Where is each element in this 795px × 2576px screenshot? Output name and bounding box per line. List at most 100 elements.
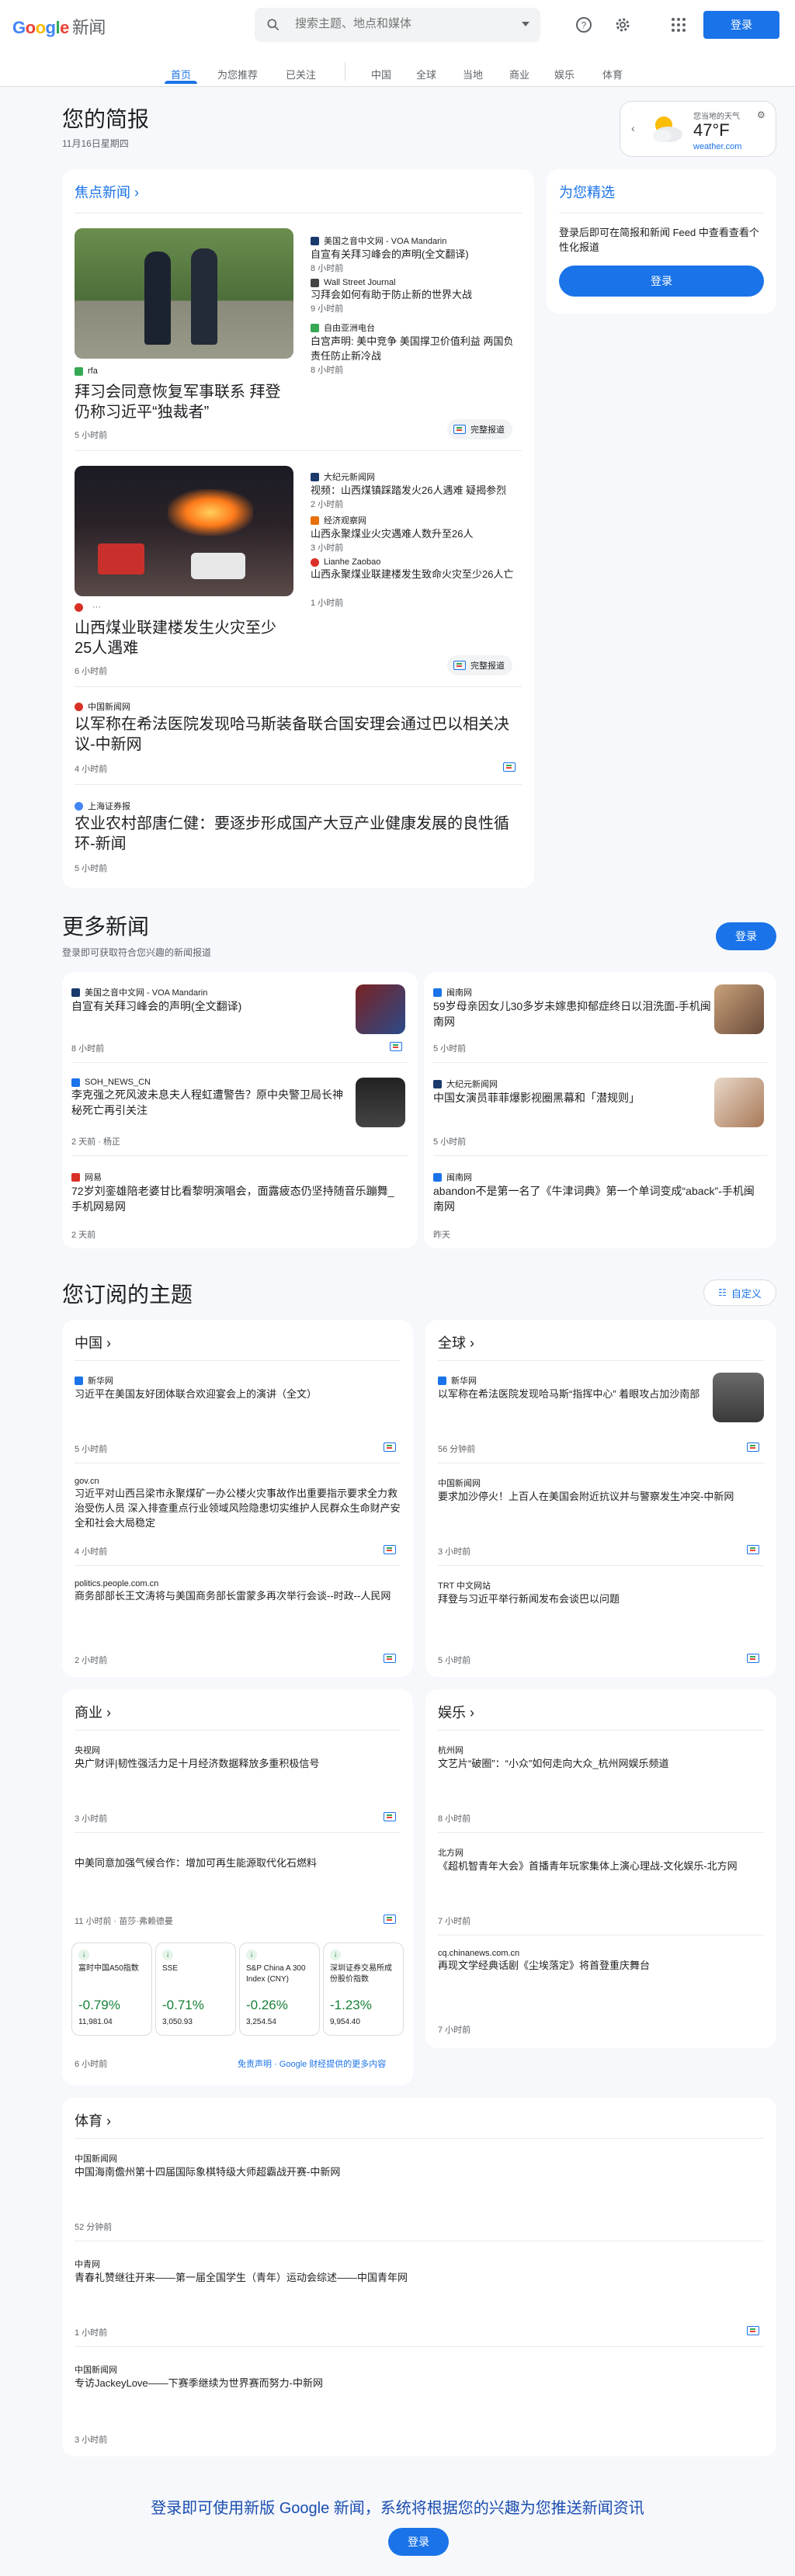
full-coverage-button[interactable]: 完整报道 <box>447 655 512 675</box>
topic-title[interactable]: 再现文学经典话剧《尘埃落定》将首登重庆舞台 <box>438 1958 764 1973</box>
related-item[interactable]: 经济观察网 山西永聚煤业火灾遇难人数升至26人 3 小时前 <box>311 514 522 557</box>
top-stories-heading[interactable]: 焦点新闻 › <box>75 182 139 202</box>
topic-item[interactable]: 新华网 习近平在美国友好团体联合欢迎宴会上的演讲（全文） <box>75 1374 401 1401</box>
related-title[interactable]: 山西永聚煤业火灾遇难人数升至26人 <box>311 526 522 541</box>
stock-card[interactable]: ↓ 深圳证券交易所成份股价指数 -1.23% 9,954.40 <box>323 1942 404 2036</box>
topic-item[interactable]: 中国新闻网 要求加沙停火！上百人在美国会附近抗议并与警察发生冲突-中新网 <box>438 1477 764 1504</box>
topic-item[interactable]: 杭州网 文艺片“破圈”：“小众”如何走向大众_杭州网娱乐频道 <box>438 1744 764 1771</box>
topic-heading[interactable]: 商业 › <box>75 1702 111 1722</box>
tab-local[interactable]: 当地 <box>463 67 483 82</box>
related-title[interactable]: 自宣有关拜习峰会的声明(全文翻译) <box>311 247 522 262</box>
stock-card[interactable]: ↓ SSE -0.71% 3,050.93 <box>155 1942 236 2036</box>
chevron-down-icon[interactable] <box>522 22 529 26</box>
full-coverage-icon[interactable] <box>747 2326 759 2335</box>
news-title[interactable]: 中国女演员菲菲爆影视圈黑幕和「潜规则」 <box>433 1090 713 1106</box>
google-news-logo[interactable]: Google 新闻 <box>12 14 106 39</box>
topic-title[interactable]: 青春礼赞继往开来——第一届全国学生（青年）运动会综述——中国青年网 <box>75 2270 742 2285</box>
topic-heading[interactable]: 体育 › <box>75 2110 111 2130</box>
full-coverage-icon[interactable] <box>747 1654 759 1663</box>
topic-item[interactable]: gov.cn 习近平对山西吕梁市永聚煤矿一办公楼火灾事故作出重要指示要求全力救治… <box>75 1477 401 1530</box>
topic-heading[interactable]: 中国 › <box>75 1332 111 1352</box>
topic-item[interactable]: TRT 中文网站 拜登与习近平举行新闻发布会谈巴以问题 <box>438 1579 764 1606</box>
topic-title[interactable]: 习近平对山西吕梁市永聚煤矿一办公楼火灾事故作出重要指示要求全力救治受伤人员 深入… <box>75 1486 401 1530</box>
story-title[interactable]: 农业农村部唐仁健：要逐步形成国产大豆产业健康发展的良性循环-新闻 <box>75 814 517 854</box>
tab-entertainment[interactable]: 娱乐 <box>554 67 575 82</box>
tab-china[interactable]: 中国 <box>371 67 391 82</box>
topic-title[interactable]: 央广财评|韧性强活力足十月经济数据释放多重积极信号 <box>75 1756 401 1771</box>
topic-title[interactable]: 以军称在希法医院发现哈马斯“指挥中心” 着眼攻占加沙南部 <box>438 1387 702 1401</box>
picks-signin-button[interactable]: 登录 <box>559 266 764 297</box>
news-item[interactable]: 美国之音中文网 - VOA Mandarin 自宣有关拜习峰会的声明(全文翻译) <box>71 986 351 1014</box>
tab-following[interactable]: 已关注 <box>286 67 316 82</box>
related-item[interactable]: Lianhe Zaobao 山西永聚煤业联建楼发生致命火灾至少26人亡 1 小时… <box>311 557 522 612</box>
weather-settings-icon[interactable]: ⚙ <box>757 109 765 120</box>
tab-home[interactable]: 首页 <box>171 67 191 82</box>
story-title[interactable]: 山西煤业联建楼发生火灾至少25人遇难 <box>75 618 293 658</box>
more-news-signin-button[interactable]: 登录 <box>716 922 776 950</box>
topic-title[interactable]: 商务部部长王文涛将与美国商务部长雷蒙多再次举行会谈--时政--人民网 <box>75 1588 401 1603</box>
help-icon[interactable]: ? <box>575 16 593 34</box>
search-box[interactable] <box>255 8 540 42</box>
news-thumbnail[interactable] <box>714 1078 764 1127</box>
google-finance-link[interactable]: · Google 财经提供的更多内容 <box>274 2060 386 2069</box>
topic-title[interactable]: 《超机智青年大会》首播青年玩家集体上演心理战-文化娱乐-北方网 <box>438 1859 764 1873</box>
news-title[interactable]: abandon不是第一名了《牛津词典》第一个单词变成“aback”-手机闽南网 <box>433 1183 759 1214</box>
news-item[interactable]: 网易 72岁刘銮雄陪老婆甘比看黎明演唱会，面露疲态仍坚持随音乐蹦舞_手机网易网 <box>71 1171 398 1214</box>
news-item[interactable]: 大纪元新闻网 中国女演员菲菲爆影视圈黑幕和「潜规则」 <box>433 1078 713 1106</box>
news-thumbnail[interactable] <box>714 984 764 1034</box>
full-coverage-icon[interactable] <box>747 1442 759 1452</box>
related-title[interactable]: 习拜会如何有助于防止新的世界大战 <box>311 287 522 302</box>
full-coverage-icon[interactable] <box>384 1545 396 1554</box>
topic-thumbnail[interactable] <box>713 1373 764 1422</box>
chevron-left-icon[interactable]: ‹ <box>631 122 635 134</box>
related-item[interactable]: Wall Street Journal 习拜会如何有助于防止新的世界大战 9 小… <box>311 278 522 321</box>
news-title[interactable]: 自宣有关拜习峰会的声明(全文翻译) <box>71 998 351 1014</box>
tab-for-you[interactable]: 为您推荐 <box>217 67 258 82</box>
topic-item[interactable]: politics.people.com.cn 商务部部长王文涛将与美国商务部长雷… <box>75 1579 401 1603</box>
topic-item[interactable]: 中国新闻网 中国海南儋州第十四届国际象棋特级大师超霸战开赛-中新网 <box>75 2152 742 2179</box>
full-coverage-icon[interactable] <box>384 1915 396 1924</box>
topic-title[interactable]: 专访JackeyLove——下赛季继续为世界赛而努力-中新网 <box>75 2376 742 2390</box>
search-input[interactable] <box>295 17 497 30</box>
news-thumbnail[interactable] <box>356 1078 405 1127</box>
footer-signin-button[interactable]: 登录 <box>388 2528 449 2556</box>
disclaimer-link[interactable]: 免责声明 <box>238 2060 272 2069</box>
apps-grid-icon[interactable] <box>669 16 688 34</box>
topic-title[interactable]: 中国海南儋州第十四届国际象棋特级大师超霸战开赛-中新网 <box>75 2165 742 2179</box>
topic-title[interactable]: 要求加沙停火！上百人在美国会附近抗议并与警察发生冲突-中新网 <box>438 1489 764 1504</box>
news-item[interactable]: SOH_NEWS_CN 李克强之死风波未息夫人程虹遭警告？原中央警卫局长神秘死亡… <box>71 1078 351 1118</box>
topic-item[interactable]: 中国新闻网 专访JackeyLove——下赛季继续为世界赛而努力-中新网 <box>75 2363 742 2390</box>
topic-title[interactable]: 拜登与习近平举行新闻发布会谈巴以问题 <box>438 1592 764 1606</box>
related-item[interactable]: 自由亚洲电台 白宫声明: 美中竞争 美国撑卫价值利益 两国负责任防止新冷战 8 … <box>311 321 522 376</box>
news-item[interactable]: 闽南网 abandon不是第一名了《牛津词典》第一个单词变成“aback”-手机… <box>433 1171 759 1214</box>
topic-heading[interactable]: 娱乐 › <box>438 1702 474 1722</box>
news-item[interactable]: 闽南网 59岁母亲因女儿30多岁未嫁患抑郁症终日以泪洗面-手机闽南网 <box>433 986 713 1029</box>
full-coverage-icon[interactable] <box>384 1654 396 1663</box>
topic-title[interactable]: 习近平在美国友好团体联合欢迎宴会上的演讲（全文） <box>75 1387 401 1401</box>
topic-title[interactable]: 文艺片“破圈”：“小众”如何走向大众_杭州网娱乐频道 <box>438 1756 764 1771</box>
story-title[interactable]: 以军称在希法医院发现哈马斯装备联合国安理会通过巴以相关决议-中新网 <box>75 714 517 755</box>
related-title[interactable]: 山西永聚煤业联建楼发生致命火灾至少26人亡 <box>311 567 522 596</box>
full-coverage-icon[interactable] <box>747 1545 759 1554</box>
weather-widget[interactable]: ‹ 您当地的天气 47°F weather.com ⚙ <box>620 101 776 157</box>
gear-icon[interactable] <box>613 16 632 34</box>
topic-item[interactable]: cq.chinanews.com.cn 再现文学经典话剧《尘埃落定》将首登重庆舞… <box>438 1949 764 1973</box>
related-title[interactable]: 白宫声明: 美中竞争 美国撑卫价值利益 两国负责任防止新冷战 <box>311 334 522 363</box>
tab-world[interactable]: 全球 <box>416 67 436 82</box>
news-thumbnail[interactable] <box>356 984 405 1034</box>
news-title[interactable]: 李克强之死风波未息夫人程虹遭警告？原中央警卫局长神秘死亡再引关注 <box>71 1087 351 1118</box>
related-item[interactable]: 大纪元新闻网 视频：山西煤镇踩踏发火26人遇难 疑揭参烈 2 小时前 <box>311 470 522 514</box>
topic-title[interactable]: 中美同意加强气候合作：增加可再生能源取代化石燃料 <box>75 1856 354 1870</box>
story-image-fire[interactable] <box>75 466 293 596</box>
weather-source-link[interactable]: weather.com <box>693 142 741 151</box>
news-title[interactable]: 59岁母亲因女儿30多岁未嫁患抑郁症终日以泪洗面-手机闽南网 <box>433 998 713 1029</box>
full-coverage-button[interactable]: 完整报道 <box>447 419 512 439</box>
full-coverage-icon[interactable] <box>384 1812 396 1821</box>
signin-button[interactable]: 登录 <box>703 11 779 39</box>
news-title[interactable]: 72岁刘銮雄陪老婆甘比看黎明演唱会，面露疲态仍坚持随音乐蹦舞_手机网易网 <box>71 1183 398 1214</box>
tab-business[interactable]: 商业 <box>509 67 529 82</box>
stock-card[interactable]: ↓ 富时中国A50指数 -0.79% 11,981.04 <box>71 1942 152 2036</box>
customize-button[interactable]: ☷ 自定义 <box>703 1279 776 1306</box>
full-coverage-icon[interactable] <box>384 1442 396 1452</box>
related-item[interactable]: 美国之音中文网 - VOA Mandarin 自宣有关拜习峰会的声明(全文翻译)… <box>311 234 522 278</box>
